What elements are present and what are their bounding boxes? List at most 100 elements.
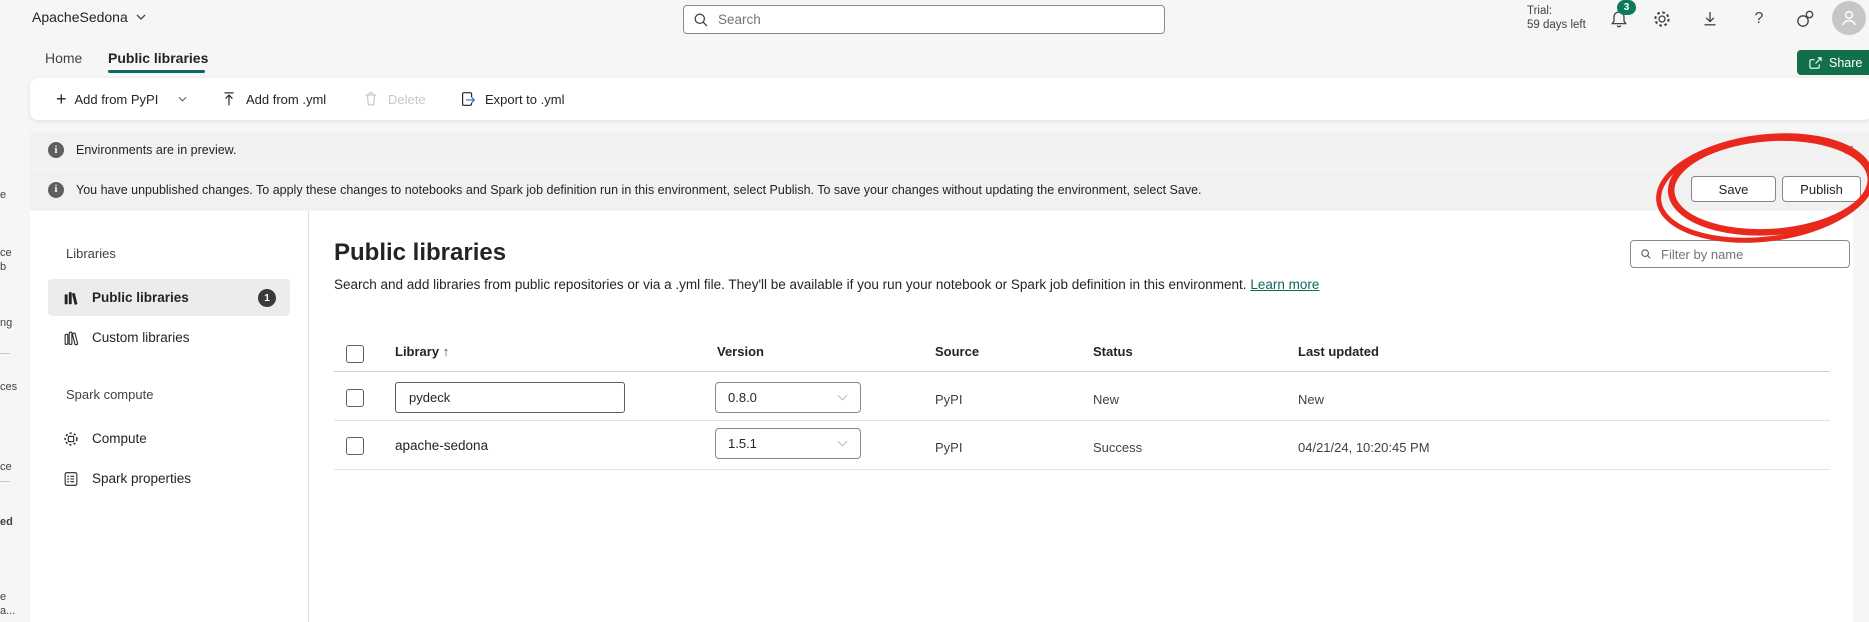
rail-fragment: b bbox=[0, 261, 6, 273]
page-description: Search and add libraries from public rep… bbox=[334, 277, 1319, 292]
chevron-down-icon bbox=[178, 96, 187, 102]
notification-badge: 3 bbox=[1617, 0, 1636, 15]
sidebar-item-spark-properties[interactable]: Spark properties bbox=[48, 460, 290, 497]
trial-status: Trial: 59 days left bbox=[1527, 4, 1586, 32]
preview-banner-text: Environments are in preview. bbox=[76, 143, 237, 157]
chevron-down-icon bbox=[837, 394, 848, 401]
rail-fragment: a... bbox=[0, 605, 15, 617]
global-search bbox=[683, 5, 1165, 34]
unpublished-banner-text: You have unpublished changes. To apply t… bbox=[76, 183, 1202, 197]
delete-button[interactable]: Delete bbox=[358, 78, 430, 120]
save-button[interactable]: Save bbox=[1691, 176, 1776, 202]
content-panel bbox=[30, 211, 1853, 622]
column-header-version: Version bbox=[717, 344, 764, 359]
chevron-down-icon bbox=[837, 440, 848, 447]
rail-fragment: ce bbox=[0, 247, 12, 259]
sidebar-item-compute[interactable]: Compute bbox=[48, 420, 290, 457]
last-updated-cell: New bbox=[1298, 392, 1324, 407]
workspace-name: ApacheSedona bbox=[32, 9, 128, 25]
rail-fragment: ng bbox=[0, 317, 12, 329]
download-icon bbox=[1700, 9, 1720, 29]
source-cell: PyPI bbox=[935, 440, 962, 455]
column-header-status: Status bbox=[1093, 344, 1133, 359]
export-to-yml-button[interactable]: Export to .yml bbox=[455, 78, 568, 120]
filter-by-name-input[interactable] bbox=[1659, 246, 1839, 263]
sidebar-item-label: Public libraries bbox=[92, 290, 189, 305]
row-checkbox[interactable] bbox=[346, 437, 364, 455]
library-name-input[interactable] bbox=[395, 382, 625, 413]
filter-box bbox=[1630, 240, 1850, 268]
add-from-yml-button[interactable]: Add from .yml bbox=[216, 78, 330, 120]
export-icon bbox=[459, 90, 477, 108]
share-button[interactable]: Share bbox=[1797, 50, 1869, 75]
rail-fragment: ed bbox=[0, 516, 13, 528]
unpublished-changes-banner: i You have unpublished changes. To apply… bbox=[30, 169, 1869, 210]
add-from-yml-label: Add from .yml bbox=[246, 92, 326, 107]
cpu-icon bbox=[62, 430, 80, 448]
books-filled-icon bbox=[62, 289, 80, 307]
delete-label: Delete bbox=[388, 92, 426, 107]
environment-page: e ce b ng ces ce ed e a... ApacheSedona … bbox=[0, 0, 1869, 622]
preview-banner: i Environments are in preview. × bbox=[30, 132, 1869, 168]
tab-home[interactable]: Home bbox=[45, 50, 82, 66]
column-header-last-updated: Last updated bbox=[1298, 344, 1379, 359]
last-updated-cell: 04/21/24, 10:20:45 PM bbox=[1298, 440, 1430, 455]
plus-icon: + bbox=[56, 90, 67, 108]
share-label: Share bbox=[1829, 56, 1862, 70]
rail-fragment: e bbox=[0, 189, 6, 201]
sidebar-item-custom-libraries[interactable]: Custom libraries bbox=[48, 319, 290, 356]
version-value: 1.5.1 bbox=[728, 436, 757, 451]
feedback-button[interactable] bbox=[1788, 4, 1822, 34]
status-cell: Success bbox=[1093, 440, 1142, 455]
status-cell: New bbox=[1093, 392, 1119, 407]
library-name: apache-sedona bbox=[395, 438, 488, 453]
chevron-down-icon bbox=[136, 14, 146, 20]
help-button[interactable]: ? bbox=[1742, 4, 1776, 34]
person-icon bbox=[1839, 8, 1859, 28]
search-icon bbox=[1641, 247, 1651, 261]
books-outline-icon bbox=[62, 329, 80, 347]
sidebar-item-label: Custom libraries bbox=[92, 330, 190, 345]
description-text: Search and add libraries from public rep… bbox=[334, 277, 1247, 292]
sidebar-item-label: Compute bbox=[92, 431, 147, 446]
selected-tab-underline bbox=[108, 70, 205, 73]
workspace-switcher[interactable]: ApacheSedona bbox=[32, 9, 146, 25]
column-header-source: Source bbox=[935, 344, 979, 359]
version-dropdown[interactable]: 0.8.0 bbox=[715, 382, 861, 413]
source-cell: PyPI bbox=[935, 392, 962, 407]
settings-button[interactable] bbox=[1645, 4, 1679, 34]
row-divider bbox=[334, 420, 1830, 421]
learn-more-link[interactable]: Learn more bbox=[1250, 277, 1319, 292]
row-divider bbox=[334, 469, 1830, 470]
tab-public-libraries[interactable]: Public libraries bbox=[108, 50, 208, 66]
rail-fragment: e bbox=[0, 591, 6, 603]
notifications-button[interactable]: 3 bbox=[1602, 4, 1636, 34]
export-to-yml-label: Export to .yml bbox=[485, 92, 564, 107]
sort-ascending-icon: ↑ bbox=[443, 344, 450, 359]
info-icon: i bbox=[48, 182, 64, 198]
add-from-pypi-button[interactable]: + Add from PyPI bbox=[52, 78, 191, 120]
downloads-button[interactable] bbox=[1693, 4, 1727, 34]
row-checkbox[interactable] bbox=[346, 389, 364, 407]
publish-button[interactable]: Publish bbox=[1782, 176, 1861, 202]
info-icon: i bbox=[48, 142, 64, 158]
account-avatar[interactable] bbox=[1832, 1, 1866, 35]
column-header-library[interactable]: Library ↑ bbox=[395, 344, 449, 359]
select-all-checkbox[interactable] bbox=[346, 345, 364, 363]
upload-icon bbox=[220, 90, 238, 108]
gear-icon bbox=[1652, 9, 1672, 29]
sidebar-item-public-libraries[interactable]: Public libraries 1 bbox=[48, 279, 290, 316]
close-icon[interactable]: × bbox=[1843, 141, 1854, 159]
rail-divider bbox=[0, 353, 10, 354]
version-dropdown[interactable]: 1.5.1 bbox=[715, 428, 861, 459]
sidebar-divider bbox=[308, 211, 309, 622]
header-divider bbox=[334, 371, 1830, 372]
global-search-input[interactable] bbox=[716, 11, 1154, 28]
libraries-section-heading: Libraries bbox=[66, 246, 116, 261]
page-title: Public libraries bbox=[334, 239, 506, 267]
feedback-icon bbox=[1794, 8, 1816, 30]
rail-fragment: ces bbox=[0, 381, 17, 393]
public-libraries-count-badge: 1 bbox=[258, 289, 276, 307]
properties-list-icon bbox=[62, 470, 80, 488]
question-icon: ? bbox=[1755, 10, 1764, 28]
